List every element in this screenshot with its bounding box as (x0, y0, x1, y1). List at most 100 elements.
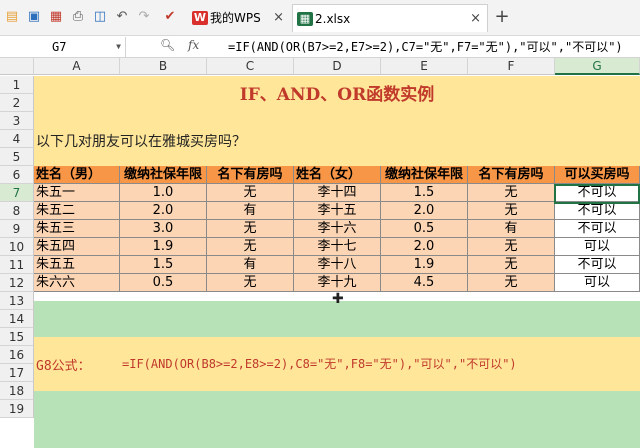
table-cell[interactable]: 李十六 (294, 220, 381, 238)
column-header-c[interactable]: C (207, 58, 294, 75)
table-cell[interactable]: 有 (207, 202, 294, 220)
table-cell[interactable]: 不可以 (555, 220, 640, 238)
column-header-a[interactable]: A (34, 58, 120, 75)
table-cell[interactable]: 无 (468, 202, 555, 220)
column-header-f[interactable]: F (468, 58, 555, 75)
sheet-title[interactable]: IF、AND、OR函数实例 (34, 86, 640, 104)
zoom-icon[interactable]: 🔍︎ (160, 38, 175, 52)
g8-formula-text[interactable]: =IF(AND(OR(B8>=2,E8>=2),C8="无",F8="无"),"… (122, 355, 517, 372)
table-header-cell[interactable]: 名下有房吗 (468, 166, 555, 184)
table-cell[interactable]: 不可以 (555, 256, 640, 274)
table-cell[interactable]: 朱五五 (34, 256, 120, 274)
table-cell[interactable]: 不可以 (555, 202, 640, 220)
table-cell[interactable]: 李十九 (294, 274, 381, 292)
row-header-10[interactable]: 10 (0, 238, 34, 256)
name-box[interactable]: G7 ▼ (0, 37, 126, 57)
row-header-14[interactable]: 14 (0, 310, 34, 328)
table-cell[interactable]: 朱五二 (34, 202, 120, 220)
table-cell[interactable]: 1.5 (120, 256, 207, 274)
row-header-12[interactable]: 12 (0, 274, 34, 292)
row-header-9[interactable]: 9 (0, 220, 34, 238)
table-cell[interactable]: 0.5 (120, 274, 207, 292)
tab-close-icon[interactable]: × (470, 5, 481, 33)
table-cell[interactable]: 无 (468, 274, 555, 292)
column-header-e[interactable]: E (381, 58, 468, 75)
table-cell[interactable]: 无 (468, 184, 555, 202)
undo-icon[interactable]: ↶ (114, 9, 130, 25)
row-header-11[interactable]: 11 (0, 256, 34, 274)
question-text[interactable]: 以下几对朋友可以在雅城买房吗？ (36, 131, 246, 151)
row-header-15[interactable]: 15 (0, 328, 34, 346)
export-pdf-icon[interactable]: ▦ (48, 9, 64, 25)
table-cell[interactable]: 4.5 (381, 274, 468, 292)
table-cell[interactable]: 无 (207, 184, 294, 202)
print-preview-icon[interactable]: ◫ (92, 9, 108, 25)
table-header-cell[interactable]: 名下有房吗 (207, 166, 294, 184)
row-header-13[interactable]: 13 (0, 292, 34, 310)
table-cell[interactable]: 1.0 (120, 184, 207, 202)
table-header-cell[interactable]: 可以买房吗 (555, 166, 640, 184)
table-cell[interactable]: 李十五 (294, 202, 381, 220)
spreadsheet-icon: ▦ (297, 12, 313, 26)
table-header-cell[interactable]: 姓名（女） (294, 166, 381, 184)
table-cell[interactable]: 李十八 (294, 256, 381, 274)
row-header-5[interactable]: 5 (0, 148, 34, 166)
menu-icon[interactable]: ▤ (4, 9, 20, 25)
column-header-g[interactable]: G (555, 58, 640, 75)
table-cell[interactable]: 可以 (555, 274, 640, 292)
table-header-cell[interactable]: 缴纳社保年限 (120, 166, 207, 184)
table-cell[interactable]: 朱五四 (34, 238, 120, 256)
table-cell[interactable]: 朱六六 (34, 274, 120, 292)
table-header-cell[interactable]: 姓名（男） (34, 166, 120, 184)
row-header-3[interactable]: 3 (0, 112, 34, 130)
table-cell[interactable]: 2.0 (381, 238, 468, 256)
row-header-7[interactable]: 7 (0, 184, 34, 202)
row-header-19[interactable]: 19 (0, 400, 34, 418)
row-header-8[interactable]: 8 (0, 202, 34, 220)
row-header-1[interactable]: 1 (0, 76, 34, 94)
formula-bar: G7 ▼ 🔍︎ fx =IF(AND(OR(B7>=2,E7>=2),C7="无… (0, 36, 640, 58)
g8-formula-label[interactable]: G8公式： (36, 355, 91, 374)
table-cell[interactable]: 无 (207, 274, 294, 292)
table-header-cell[interactable]: 缴纳社保年限 (381, 166, 468, 184)
row-header-2[interactable]: 2 (0, 94, 34, 112)
table-cell[interactable]: 0.5 (381, 220, 468, 238)
redo-icon[interactable]: ↷ (136, 9, 152, 25)
save-icon[interactable]: ▣ (26, 9, 42, 25)
table-cell[interactable]: 朱五三 (34, 220, 120, 238)
table-cell[interactable]: 有 (468, 220, 555, 238)
select-all-corner[interactable] (0, 58, 34, 75)
row-header-16[interactable]: 16 (0, 346, 34, 364)
formula-input[interactable]: =IF(AND(OR(B7>=2,E7>=2),C7="无",F7="无"),"… (228, 38, 640, 56)
chevron-down-icon[interactable]: ▼ (116, 37, 121, 57)
table-cell[interactable]: 李十四 (294, 184, 381, 202)
customize-toolbar-icon[interactable]: ✔ (162, 9, 178, 25)
table-cell[interactable]: 1.9 (381, 256, 468, 274)
row-header-18[interactable]: 18 (0, 382, 34, 400)
tab-my-wps[interactable]: W 我的WPS × (188, 4, 290, 32)
table-cell[interactable]: 无 (207, 220, 294, 238)
new-tab-icon[interactable]: + (494, 8, 510, 26)
table-cell[interactable]: 2.0 (120, 202, 207, 220)
table-cell[interactable]: 李十七 (294, 238, 381, 256)
green-band-bottom (34, 391, 640, 448)
print-icon[interactable]: ⎙ (70, 9, 86, 25)
table-cell[interactable]: 1.9 (120, 238, 207, 256)
row-header-6[interactable]: 6 (0, 166, 34, 184)
table-cell[interactable]: 无 (207, 238, 294, 256)
tab-close-icon[interactable]: × (273, 4, 284, 32)
column-header-b[interactable]: B (120, 58, 207, 75)
table-cell[interactable]: 可以 (555, 238, 640, 256)
table-cell[interactable]: 无 (468, 238, 555, 256)
table-cell[interactable]: 3.0 (120, 220, 207, 238)
function-icon[interactable]: fx (188, 38, 199, 52)
row-header-17[interactable]: 17 (0, 364, 34, 382)
table-cell[interactable]: 有 (207, 256, 294, 274)
column-header-d[interactable]: D (294, 58, 381, 75)
table-cell[interactable]: 2.0 (381, 202, 468, 220)
tab-workbook[interactable]: ▦ 2.xlsx × (292, 4, 488, 32)
row-header-4[interactable]: 4 (0, 130, 34, 148)
table-cell[interactable]: 无 (468, 256, 555, 274)
table-cell[interactable]: 朱五一 (34, 184, 120, 202)
table-cell[interactable]: 1.5 (381, 184, 468, 202)
